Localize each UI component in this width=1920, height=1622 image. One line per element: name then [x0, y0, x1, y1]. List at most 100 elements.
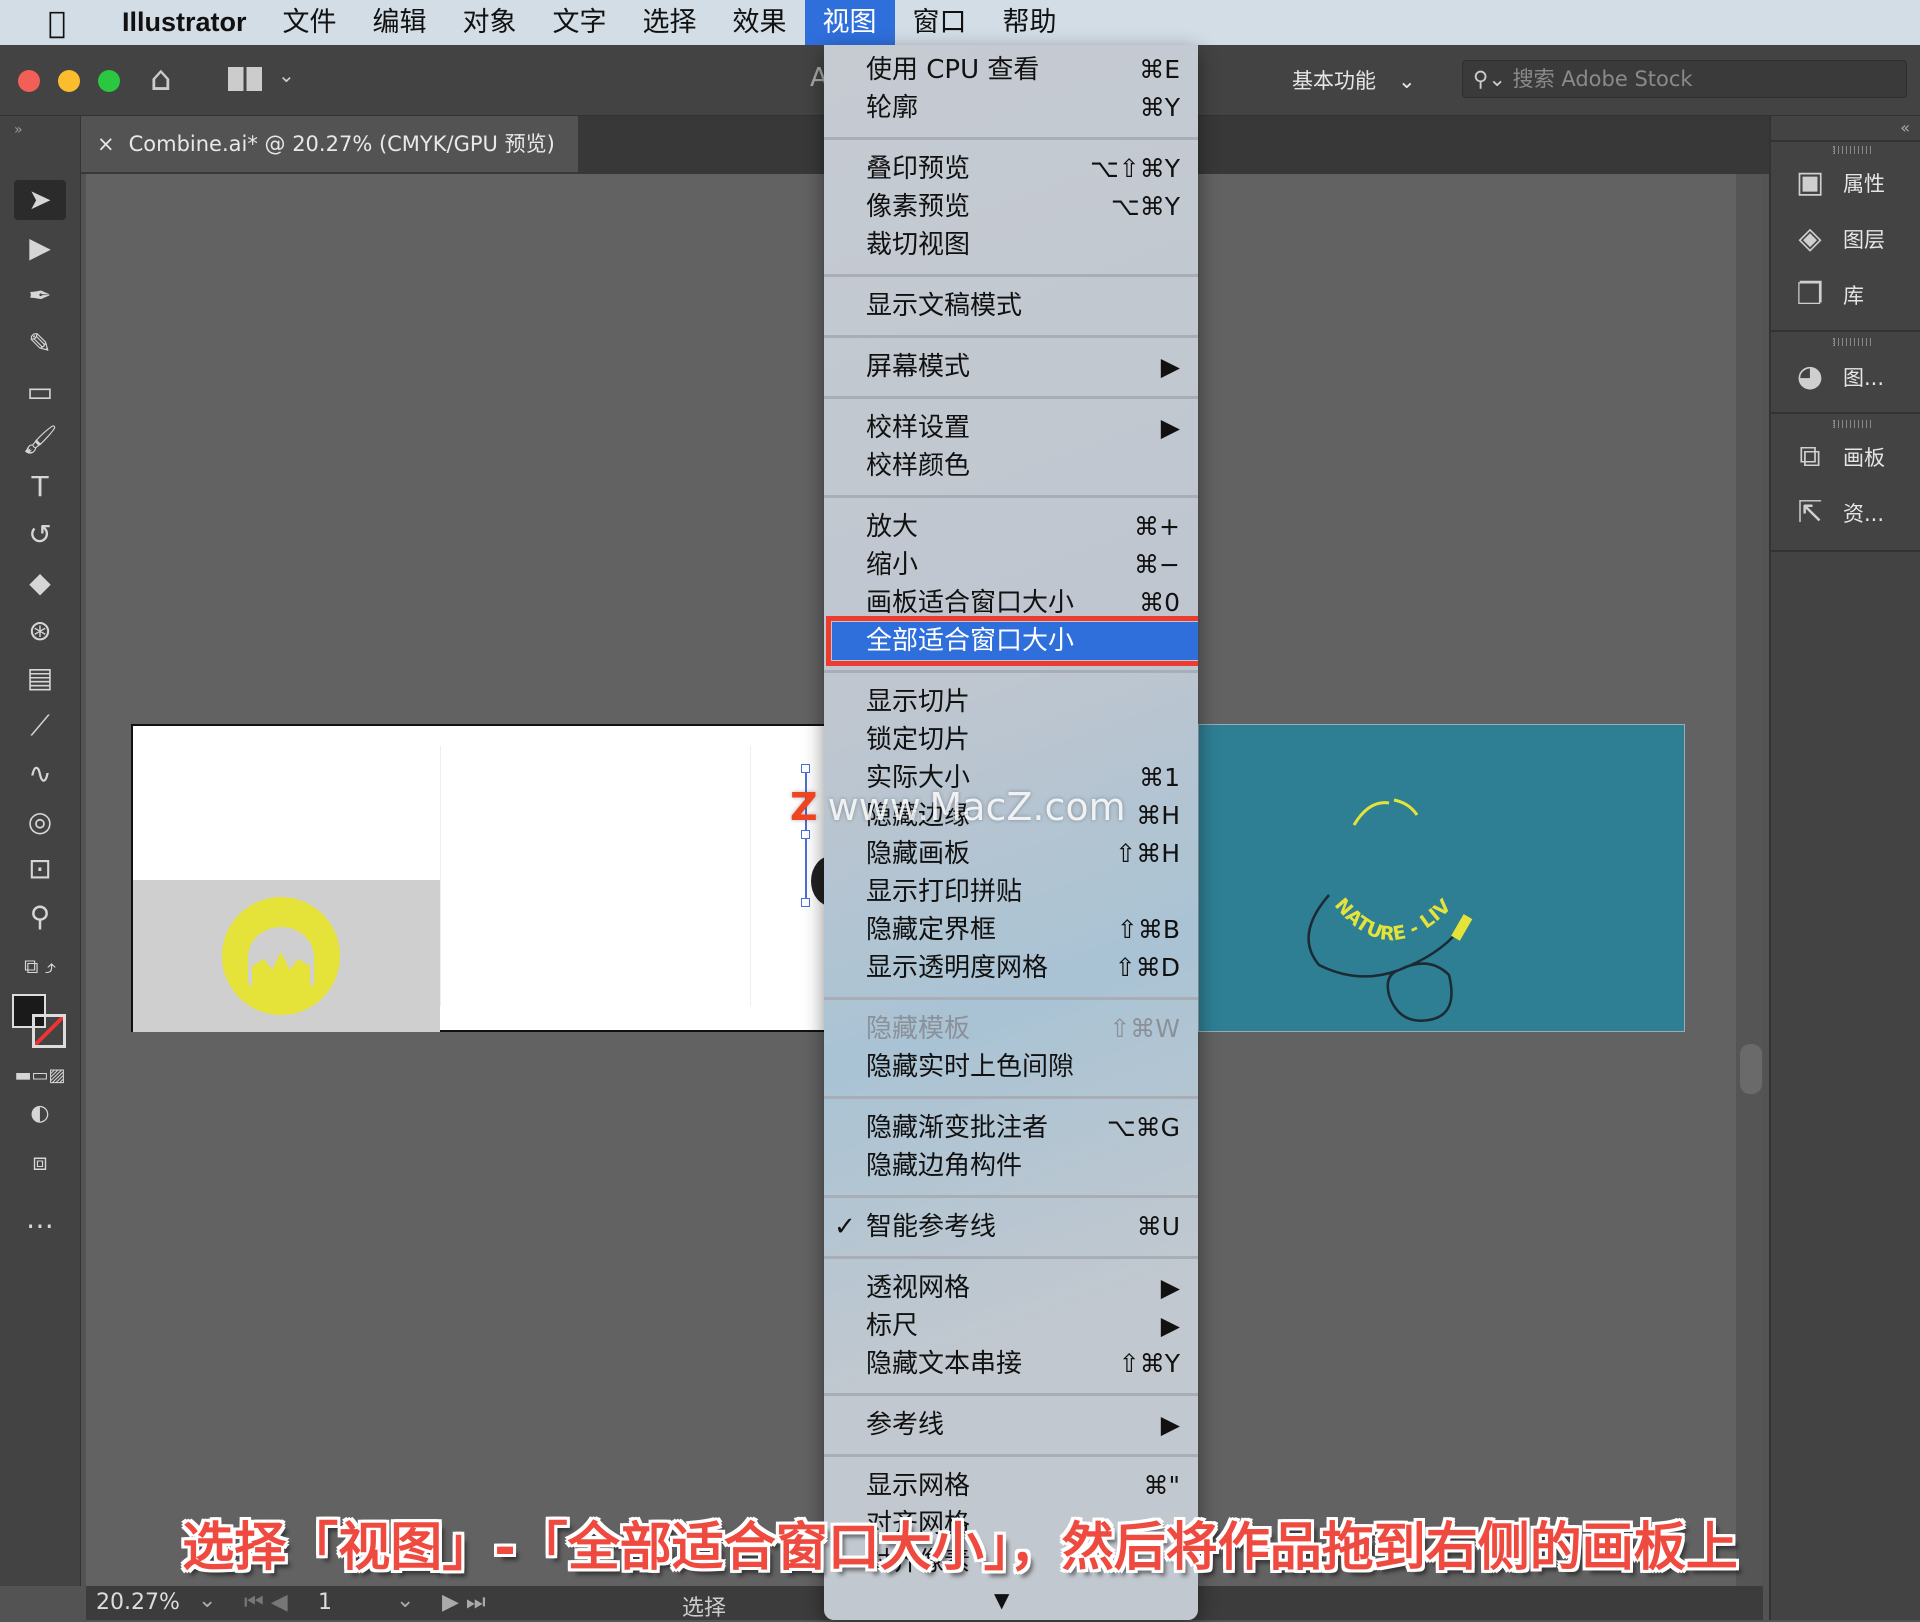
menu-item[interactable]: 隐藏边角构件	[824, 1147, 1198, 1185]
panel-grip[interactable]	[1833, 420, 1873, 428]
artboard-tool-icon[interactable]: ⊡	[14, 849, 66, 889]
menu-type[interactable]: 文字	[535, 0, 625, 45]
selection-tool-icon[interactable]: ➤	[14, 180, 66, 220]
submenu-arrow-icon: ▶	[1160, 352, 1180, 381]
menu-item[interactable]: 裁切视图	[824, 226, 1198, 264]
screen-mode-icon[interactable]: ⧈	[14, 1142, 66, 1182]
blend-tool-icon[interactable]: ∿	[14, 754, 66, 794]
menu-item[interactable]: 标尺 ▶	[824, 1307, 1198, 1345]
eraser-tool-icon[interactable]: ◆	[14, 563, 66, 603]
menu-window[interactable]: 窗口	[895, 0, 985, 45]
app-menu[interactable]: Illustrator	[104, 0, 265, 45]
zoom-dropdown-icon[interactable]: ⌄	[198, 1588, 216, 1613]
zoom-tool-icon[interactable]: ⚲	[14, 897, 66, 937]
stock-search-input[interactable]: ⚲⌄ 搜索 Adobe Stock	[1462, 60, 1907, 98]
panel-grip[interactable]	[1833, 146, 1873, 154]
zoom-level[interactable]: 20.27%	[96, 1590, 180, 1615]
artboard-dropdown-icon[interactable]: ⌄	[396, 1588, 414, 1613]
eyedropper-tool-icon[interactable]: ⟋	[14, 706, 66, 746]
panel-artboards[interactable]: ⧉ 画板	[1791, 438, 1885, 476]
menu-item[interactable]: 隐藏画板 ⇧⌘H	[824, 835, 1198, 873]
minimize-window-button[interactable]	[58, 70, 80, 92]
panel-layers[interactable]: ◈ 图层	[1791, 220, 1885, 258]
menu-item[interactable]: 放大 ⌘+	[824, 508, 1198, 546]
menu-item[interactable]: 屏幕模式 ▶	[824, 348, 1198, 386]
panel-properties[interactable]: ▣ 属性	[1791, 164, 1885, 202]
next-artboard-icon[interactable]: ▶ ⏭	[442, 1590, 486, 1615]
menu-item[interactable]: 缩小 ⌘−	[824, 546, 1198, 584]
selection-handle[interactable]	[801, 764, 810, 773]
swap-colors-icon[interactable]: ⧉ ⤴	[14, 946, 66, 986]
workspace-switcher[interactable]: 基本功能 ⌄	[1292, 65, 1416, 95]
menu-item[interactable]: 显示文稿模式	[824, 287, 1198, 325]
menu-item[interactable]: 锁定切片	[824, 721, 1198, 759]
close-window-button[interactable]	[18, 70, 40, 92]
vertical-scrollbar[interactable]	[1736, 174, 1763, 1586]
type-tool-icon[interactable]: T	[14, 467, 66, 507]
menu-item[interactable]: 隐藏渐变批注者 ⌥⌘G	[824, 1109, 1198, 1147]
artboard-left[interactable]	[131, 724, 851, 1032]
menu-item[interactable]: 参考线 ▶	[824, 1406, 1198, 1444]
close-tab-icon[interactable]: ×	[97, 132, 115, 156]
direct-selection-tool-icon[interactable]: ▶	[14, 228, 66, 268]
home-icon[interactable]: ⌂	[150, 59, 172, 99]
menu-item[interactable]: 画板适合窗口大小 ⌘0	[824, 584, 1198, 622]
rectangle-tool-icon[interactable]: ▭	[14, 372, 66, 412]
menu-effect[interactable]: 效果	[715, 0, 805, 45]
maximize-window-button[interactable]	[98, 70, 120, 92]
rotate-tool-icon[interactable]: ↺	[14, 515, 66, 555]
menu-item[interactable]: 隐藏文本串接 ⇧⌘Y	[824, 1345, 1198, 1383]
menu-item[interactable]: 像素预览 ⌥⌘Y	[824, 188, 1198, 226]
menu-item[interactable]: 显示透明度网格 ⇧⌘D	[824, 949, 1198, 987]
menu-item[interactable]: 使用 CPU 查看 ⌘E	[824, 51, 1198, 89]
scroll-down-arrow-icon[interactable]: ▼	[994, 1588, 1009, 1612]
chevron-down-icon[interactable]: ⌄	[278, 63, 295, 87]
menu-edit[interactable]: 编辑	[355, 0, 445, 45]
collapse-panel-icon[interactable]: «	[1900, 118, 1910, 137]
menu-select[interactable]: 选择	[625, 0, 715, 45]
menu-item[interactable]: 隐藏实时上色间隙	[824, 1048, 1198, 1086]
color-mode-icon[interactable]: ▬▭▨	[14, 1056, 66, 1096]
right-panel-dock: « ▣ 属性 ◈ 图层 ❐ 库 ◕ 图... ⧉ 画板 ⇱ 资...	[1769, 116, 1920, 1620]
pen-tool-icon[interactable]: ✒	[14, 276, 66, 316]
artboard-right[interactable]: NATURE - LIVE	[1198, 724, 1685, 1032]
panel-image-trace[interactable]: ◕ 图...	[1791, 358, 1884, 396]
menu-item[interactable]: 轮廓 ⌘Y	[824, 89, 1198, 127]
menu-item[interactable]: 透视网格 ▶	[824, 1269, 1198, 1307]
menu-item[interactable]: 显示切片	[824, 683, 1198, 721]
menu-view[interactable]: 视图	[804, 0, 895, 45]
gradient-tool-icon[interactable]: ▤	[14, 658, 66, 698]
menu-item-fit-all-in-window[interactable]: 全部适合窗口大小	[826, 616, 1198, 666]
expand-panel-icon[interactable]: »	[14, 122, 23, 138]
first-artboard-icon[interactable]: ⏮ ◀	[244, 1590, 288, 1615]
panel-grip[interactable]	[1833, 338, 1873, 346]
shape-builder-tool-icon[interactable]: ◎	[14, 802, 66, 842]
selection-handle[interactable]	[801, 898, 810, 907]
menu-item-shortcut: ⌘Y	[1139, 93, 1180, 122]
menu-help[interactable]: 帮助	[985, 0, 1075, 45]
menu-item[interactable]: 显示打印拼贴	[824, 873, 1198, 911]
paintbrush-tool-icon[interactable]: 🖌	[14, 420, 66, 460]
menu-item[interactable]: ✓ 智能参考线 ⌘U	[824, 1208, 1198, 1246]
draw-mode-icon[interactable]: ◐	[14, 1094, 66, 1134]
menu-item[interactable]: 隐藏模板 ⇧⌘W	[824, 1010, 1198, 1048]
more-tools-icon[interactable]: ⋯	[14, 1206, 66, 1246]
apple-icon[interactable]: 	[40, 6, 74, 41]
panel-libraries[interactable]: ❐ 库	[1791, 276, 1864, 314]
menu-item[interactable]: 隐藏定界框 ⇧⌘B	[824, 911, 1198, 949]
menu-item[interactable]: 校样设置 ▶	[824, 409, 1198, 447]
puppet-warp-tool-icon[interactable]: ⊛	[14, 611, 66, 651]
stroke-color-swatch[interactable]	[32, 1014, 66, 1048]
menu-item[interactable]: 叠印预览 ⌥⇧⌘Y	[824, 150, 1198, 188]
artboard-number[interactable]: 1	[318, 1590, 332, 1615]
document-tab[interactable]: × Combine.ai* @ 20.27% (CMYK/GPU 预览)	[81, 116, 578, 172]
panel-asset-export[interactable]: ⇱ 资...	[1791, 494, 1884, 532]
curvature-tool-icon[interactable]: ✎	[14, 324, 66, 364]
menu-object[interactable]: 对象	[445, 0, 535, 45]
selection-handle[interactable]	[801, 830, 810, 839]
layout-switcher-icon[interactable]	[228, 67, 262, 91]
menu-item[interactable]: 校样颜色	[824, 447, 1198, 485]
scrollbar-thumb[interactable]	[1740, 1044, 1762, 1094]
menu-item[interactable]: 显示网格 ⌘"	[824, 1467, 1198, 1505]
menu-file[interactable]: 文件	[265, 0, 355, 45]
